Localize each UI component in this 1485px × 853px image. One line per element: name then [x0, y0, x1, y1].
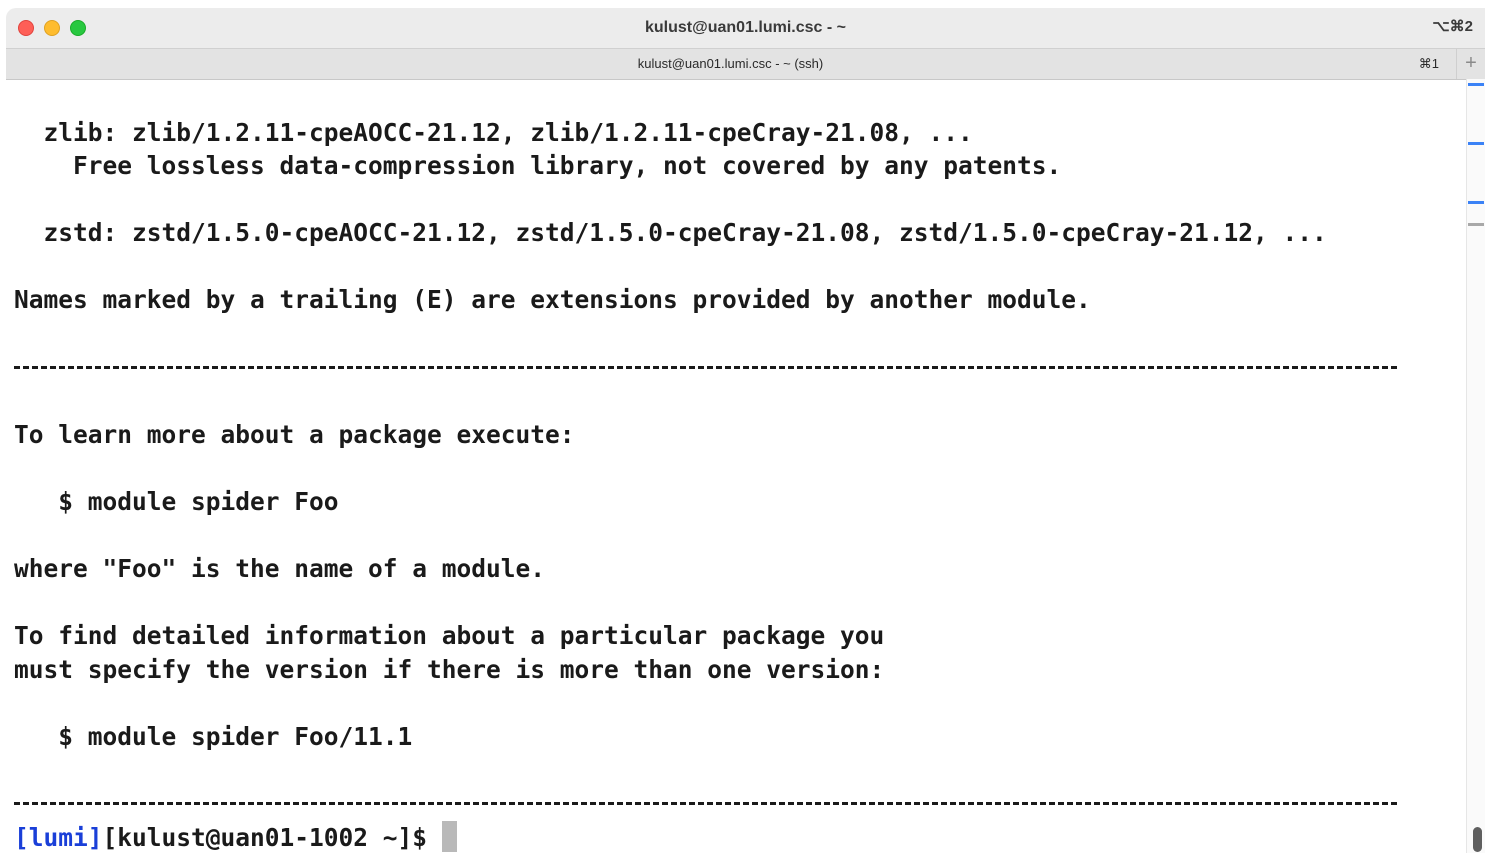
tab-shortcut: ⌘1	[1418, 56, 1439, 71]
scroll-mark	[1468, 201, 1484, 204]
terminal-line: Free lossless data-compression library, …	[14, 151, 1062, 180]
terminal-line: must specify the version if there is mor…	[14, 655, 885, 684]
title-bar[interactable]: kulust@uan01.lumi.csc - ~ ⌥⌘2	[6, 8, 1485, 48]
window-title: kulust@uan01.lumi.csc - ~	[645, 19, 846, 36]
tab-ssh-session[interactable]: kulust@uan01.lumi.csc - ~ (ssh) ⌘1	[6, 49, 1455, 79]
scroll-mark	[1468, 223, 1484, 226]
scroll-mark	[1468, 83, 1484, 86]
terminal-line: zstd: zstd/1.5.0-cpeAOCC-21.12, zstd/1.5…	[14, 218, 1327, 247]
prompt-host-tag: [lumi]	[14, 823, 103, 852]
terminal-line: Names marked by a trailing (E) are exten…	[14, 285, 1091, 314]
prompt-user-host: [kulust@uan01-1002 ~]$	[102, 823, 442, 852]
terminal-window: kulust@uan01.lumi.csc - ~ ⌥⌘2 kulust@uan…	[0, 0, 1485, 853]
terminal-output[interactable]: zlib: zlib/1.2.11-cpeAOCC-21.12, zlib/1.…	[14, 82, 1466, 853]
terminal-line: To find detailed information about a par…	[14, 621, 885, 650]
tab-label: kulust@uan01.lumi.csc - ~ (ssh)	[637, 56, 824, 71]
text-cursor	[441, 821, 457, 852]
terminal-line: To learn more about a package execute:	[14, 420, 575, 449]
window-shortcut: ⌥⌘2	[1432, 18, 1473, 35]
scroll-mark	[1468, 142, 1484, 145]
tab-bar: kulust@uan01.lumi.csc - ~ (ssh) ⌘1 +	[6, 48, 1485, 80]
scrollbar[interactable]	[1466, 79, 1485, 853]
shell-prompt[interactable]: [lumi][kulust@uan01-1002 ~]$	[14, 821, 457, 853]
new-tab-button[interactable]: +	[1456, 49, 1485, 79]
terminal-line: $ module spider Foo	[14, 487, 339, 516]
terminal-line: where "Foo" is the name of a module.	[14, 554, 546, 583]
separator-line	[14, 366, 1397, 369]
separator-line	[14, 802, 1397, 805]
terminal-line: $ module spider Foo/11.1	[14, 722, 413, 751]
scrollbar-thumb[interactable]	[1473, 827, 1482, 852]
terminal-line: zlib: zlib/1.2.11-cpeAOCC-21.12, zlib/1.…	[14, 118, 973, 147]
